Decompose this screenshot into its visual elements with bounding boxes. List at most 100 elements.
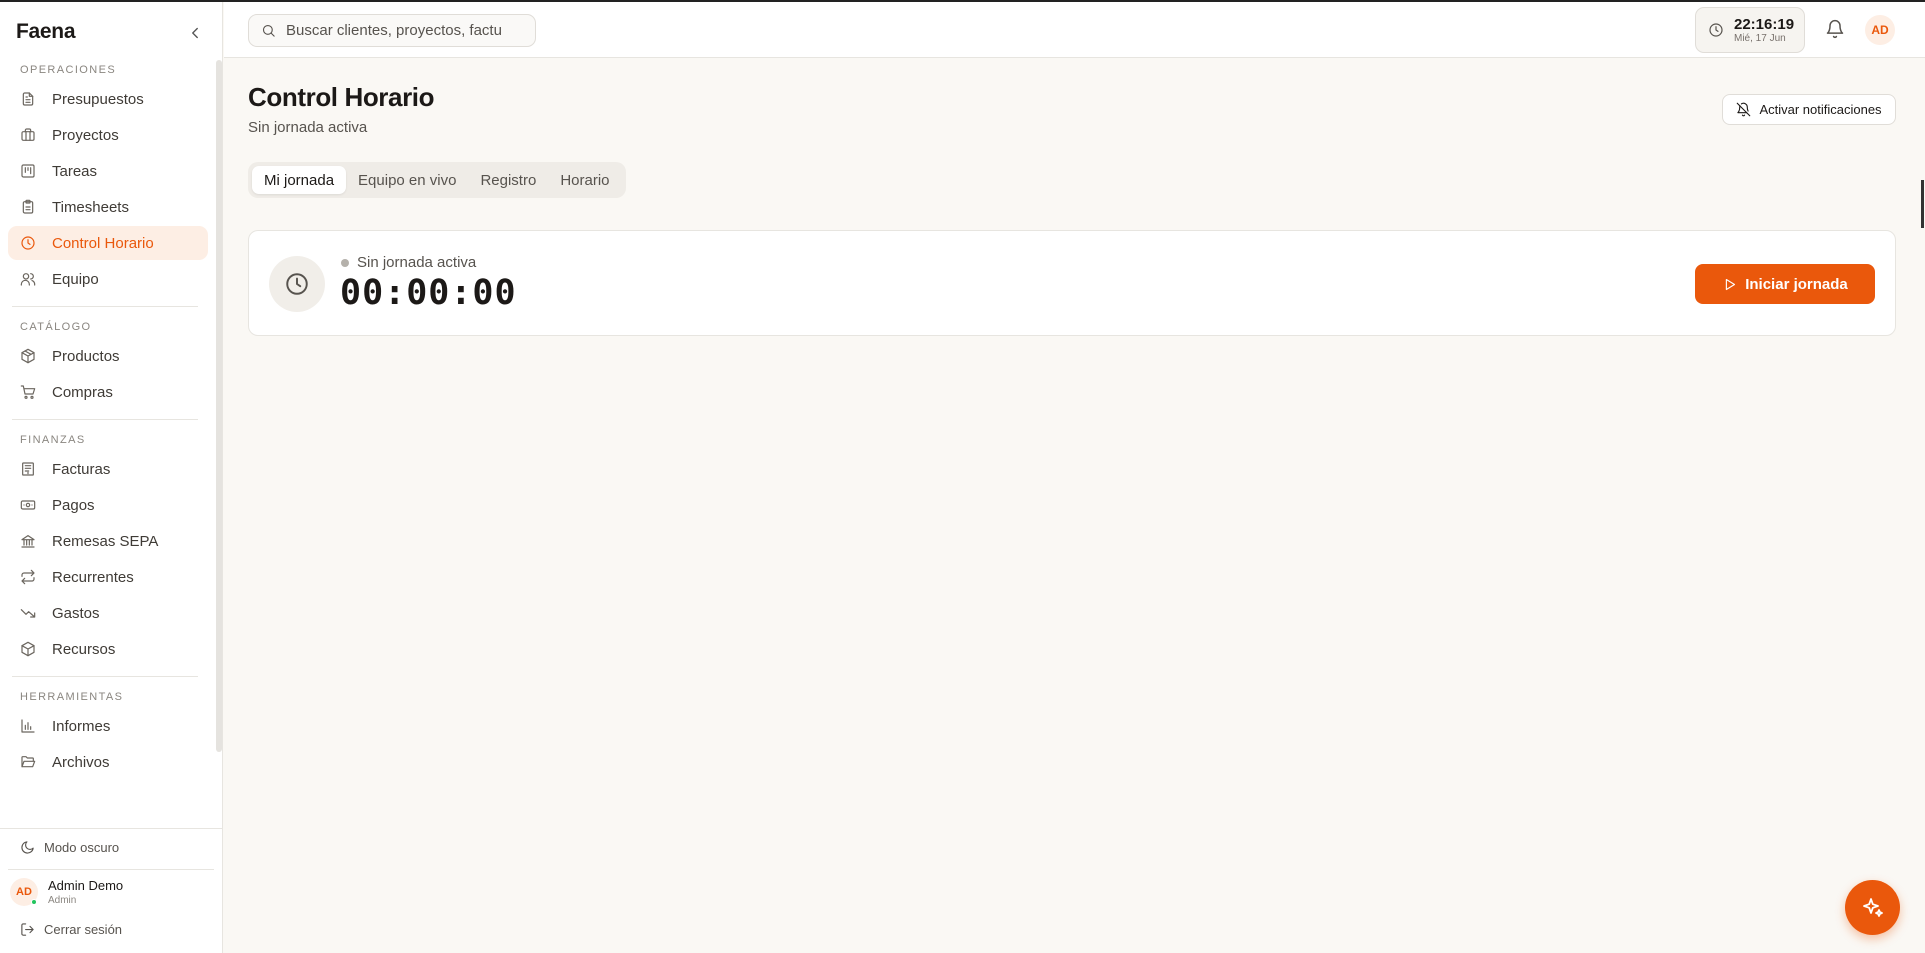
ai-assistant-button[interactable] xyxy=(1845,880,1900,935)
sidebar-item-facturas[interactable]: Facturas xyxy=(8,452,208,486)
sidebar-item-label: Equipo xyxy=(52,270,99,288)
online-indicator xyxy=(31,899,37,905)
page-title: Control Horario xyxy=(248,82,435,112)
footer-divider xyxy=(8,869,214,870)
sidebar-item-informes[interactable]: Informes xyxy=(8,709,208,743)
logout-button[interactable]: Cerrar sesión xyxy=(20,922,122,937)
sidebar: Faena OPERACIONES Presupuestos Proyectos… xyxy=(0,2,223,953)
workday-card: Sin jornada activa 00:00:00 Iniciar jorn… xyxy=(248,230,1896,336)
sidebar-item-label: Recurrentes xyxy=(52,568,134,586)
workday-timer: 00:00:00 xyxy=(340,273,517,313)
dark-mode-label: Modo oscuro xyxy=(44,840,120,855)
clock-date: Mié, 17 Jun xyxy=(1734,32,1786,44)
sidebar-item-recursos[interactable]: Recursos xyxy=(8,632,208,666)
clipboard-icon xyxy=(22,199,34,214)
sidebar-item-timesheets[interactable]: Timesheets xyxy=(8,190,208,224)
sidebar-item-pagos[interactable]: Pagos xyxy=(8,488,208,522)
workday-status: Sin jornada activa xyxy=(341,254,476,271)
sidebar-item-compras[interactable]: Compras xyxy=(8,375,208,409)
sidebar-item-label: Pagos xyxy=(52,496,95,514)
clock-widget: 22:16:19 Mié, 17 Jun xyxy=(1695,7,1805,53)
play-icon xyxy=(1726,278,1736,290)
user-initials: AD xyxy=(16,886,32,898)
sidebar-item-label: Facturas xyxy=(52,460,111,478)
kanban-icon xyxy=(21,164,35,178)
sidebar-nav: OPERACIONES Presupuestos Proyectos Tarea… xyxy=(0,60,216,822)
sidebar-scrollbar[interactable] xyxy=(216,60,222,752)
clock-icon xyxy=(21,236,35,250)
tab-mi-jornada[interactable]: Mi jornada xyxy=(252,166,347,194)
user-name: Admin Demo xyxy=(48,878,124,893)
tab-registro[interactable]: Registro xyxy=(468,166,548,194)
cart-icon xyxy=(20,385,36,399)
enable-notifications-button[interactable]: Activar notificaciones xyxy=(1722,94,1896,125)
clock-icon xyxy=(286,273,308,295)
tab-bar: Mi jornada Equipo en vivo Registro Horar… xyxy=(248,162,626,198)
bell-off-icon xyxy=(1737,102,1751,117)
search-box[interactable] xyxy=(248,14,536,47)
bell-icon[interactable] xyxy=(1825,19,1845,39)
bank-icon xyxy=(21,535,35,548)
user-role: Admin xyxy=(48,895,77,906)
tab-equipo-en-vivo[interactable]: Equipo en vivo xyxy=(346,166,468,194)
start-workday-button[interactable]: Iniciar jornada xyxy=(1695,264,1875,304)
sidebar-item-recurrentes[interactable]: Recurrentes xyxy=(8,560,208,594)
sidebar-item-remesas-sepa[interactable]: Remesas SEPA xyxy=(8,524,208,558)
dark-mode-toggle[interactable]: Modo oscuro xyxy=(20,840,119,855)
section-divider xyxy=(12,306,198,307)
sidebar-item-productos[interactable]: Productos xyxy=(8,339,208,373)
sidebar-item-tareas[interactable]: Tareas xyxy=(8,154,208,188)
clock-time: 22:16:19 xyxy=(1734,15,1795,33)
chevron-left-icon[interactable] xyxy=(186,24,204,42)
bar-chart-icon xyxy=(21,719,35,733)
search-icon xyxy=(262,24,275,37)
box-icon xyxy=(21,641,35,657)
sidebar-item-label: Control Horario xyxy=(52,234,154,252)
sidebar-item-label: Recursos xyxy=(52,640,116,658)
page-scrollbar[interactable] xyxy=(1921,180,1924,228)
sidebar-item-proyectos[interactable]: Proyectos xyxy=(8,118,208,152)
user-avatar: AD xyxy=(10,878,38,906)
sidebar-item-label: Proyectos xyxy=(52,126,119,144)
section-label-finanzas: FINANZAS xyxy=(20,434,86,446)
sidebar-item-label: Tareas xyxy=(52,162,98,180)
sidebar-item-control-horario[interactable]: Control Horario xyxy=(8,226,208,260)
sidebar-item-presupuestos[interactable]: Presupuestos xyxy=(8,82,208,116)
sidebar-item-label: Compras xyxy=(52,383,113,401)
user-avatar-top[interactable]: AD xyxy=(1865,15,1895,45)
user-profile[interactable]: AD Admin Demo Admin xyxy=(10,878,123,906)
sidebar-footer: Modo oscuro AD Admin Demo Admin Cerrar s… xyxy=(0,828,223,953)
section-divider xyxy=(12,419,198,420)
start-workday-label: Iniciar jornada xyxy=(1745,275,1848,293)
clock-icon xyxy=(1709,23,1723,37)
trending-down-icon xyxy=(20,609,36,618)
section-label-herramientas: HERRAMIENTAS xyxy=(20,691,124,703)
sidebar-item-label: Timesheets xyxy=(52,198,129,216)
topbar: 22:16:19 Mié, 17 Jun AD xyxy=(224,2,1925,58)
sparkles-icon xyxy=(1862,897,1883,917)
page-subtitle: Sin jornada activa xyxy=(248,119,368,136)
sidebar-item-label: Presupuestos xyxy=(52,90,144,108)
sidebar-item-label: Archivos xyxy=(52,753,110,771)
file-text-icon xyxy=(22,92,34,106)
workday-status-label: Sin jornada activa xyxy=(357,254,477,271)
status-dot xyxy=(341,258,349,267)
section-label-operaciones: OPERACIONES xyxy=(20,64,117,76)
briefcase-icon xyxy=(21,128,35,141)
sidebar-item-label: Productos xyxy=(52,347,120,365)
sidebar-item-archivos[interactable]: Archivos xyxy=(8,745,208,779)
sidebar-item-label: Informes xyxy=(52,717,111,735)
banknote-icon xyxy=(20,500,36,510)
tab-horario[interactable]: Horario xyxy=(548,166,621,194)
receipt-icon xyxy=(22,462,34,476)
search-input[interactable] xyxy=(286,22,516,39)
repeat-icon xyxy=(21,569,35,585)
moon-icon xyxy=(21,841,34,854)
sidebar-item-label: Remesas SEPA xyxy=(52,532,159,550)
package-icon xyxy=(21,348,35,364)
sidebar-item-label: Gastos xyxy=(52,604,100,622)
sidebar-item-equipo[interactable]: Equipo xyxy=(8,262,208,296)
users-icon xyxy=(20,273,36,286)
folder-open-icon xyxy=(21,756,36,768)
sidebar-item-gastos[interactable]: Gastos xyxy=(8,596,208,630)
